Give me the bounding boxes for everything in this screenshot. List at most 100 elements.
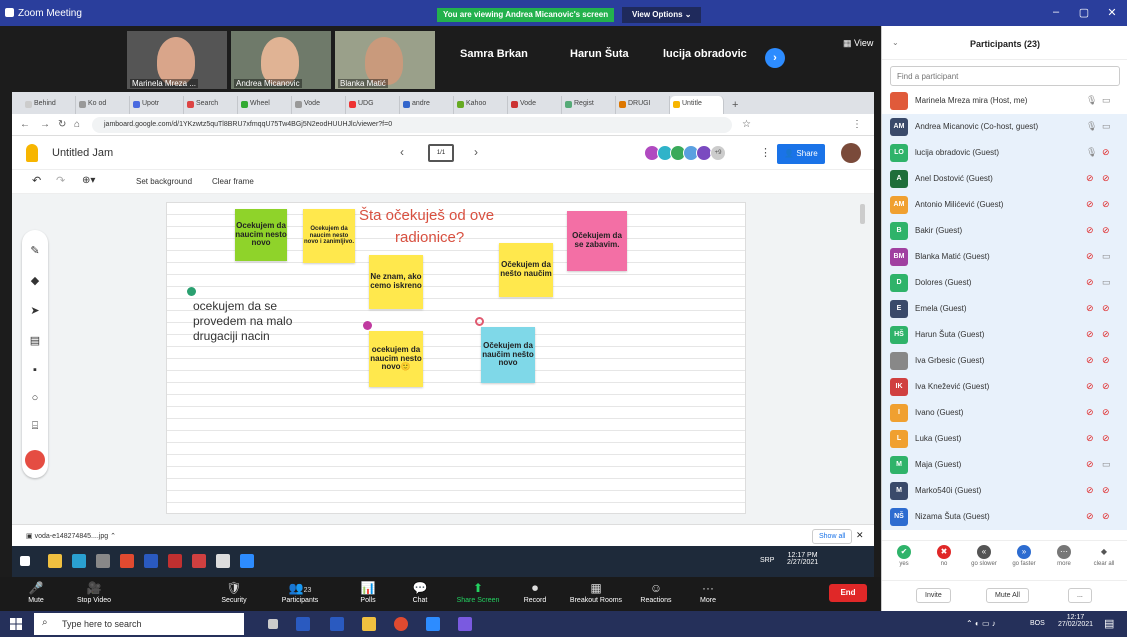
- outlook-icon[interactable]: [296, 617, 310, 631]
- browser-tab[interactable]: Ko od: [76, 96, 130, 114]
- url-field[interactable]: jamboard.google.com/d/1YKzwtz5quTl8BRU7x…: [92, 117, 732, 133]
- sticky-note[interactable]: Ocekujem da naucim nesto novo: [235, 209, 287, 261]
- stop-video-button[interactable]: 🎥 Stop Video: [64, 579, 124, 604]
- acrobat-icon[interactable]: [192, 554, 206, 568]
- windows-start-icon[interactable]: [20, 556, 30, 566]
- settings-icon[interactable]: [216, 554, 230, 568]
- participant-row[interactable]: M Marko540i (Guest) ⊘ ⊘: [882, 478, 1127, 504]
- redo-icon[interactable]: ↷: [56, 174, 65, 187]
- browser-tab[interactable]: Vode: [292, 96, 346, 114]
- browser-menu-icon[interactable]: ⋮: [852, 119, 862, 130]
- show-all-button[interactable]: Show all: [812, 529, 853, 544]
- language-indicator[interactable]: SRP: [760, 557, 774, 564]
- chrome-icon[interactable]: [120, 554, 134, 568]
- windows-start-icon[interactable]: [10, 618, 22, 630]
- participant-row[interactable]: Marinela Mreza mira (Host, me) 🎙 ▭: [882, 88, 1127, 114]
- participant-row[interactable]: A Anel Dostović (Guest) ⊘ ⊘: [882, 166, 1127, 192]
- participant-row[interactable]: AM Antonio Milićević (Guest) ⊘ ⊘: [882, 192, 1127, 218]
- bookmark-star-icon[interactable]: ☆: [742, 119, 751, 130]
- video-tile[interactable]: Andrea Micanovic: [231, 31, 331, 89]
- participant-row[interactable]: D Dolores (Guest) ⊘ ▭: [882, 270, 1127, 296]
- sticky-note-icon[interactable]: ▤: [28, 334, 42, 348]
- record-button[interactable]: ⏺ Record: [505, 579, 565, 604]
- participant-row[interactable]: I Ivano (Guest) ⊘ ⊘: [882, 400, 1127, 426]
- close-icon[interactable]: ✕: [1102, 6, 1122, 19]
- feedback-clear-all-button[interactable]: ◆ clear all: [1086, 545, 1122, 567]
- app-icon[interactable]: [96, 554, 110, 568]
- reactions-button[interactable]: ☺ Reactions: [626, 579, 686, 604]
- participant-search-input[interactable]: [890, 66, 1120, 86]
- name-tile[interactable]: lucija obradovic: [663, 48, 747, 60]
- minimize-icon[interactable]: –: [1046, 6, 1066, 18]
- mute-button[interactable]: 🎤 Mute: [6, 579, 66, 604]
- browser-tab[interactable]: Regist: [562, 96, 616, 114]
- scrollbar[interactable]: [860, 204, 865, 224]
- participant-row[interactable]: HŠ Harun Šuta (Guest) ⊘ ⊘: [882, 322, 1127, 348]
- feedback-slower-button[interactable]: « go slower: [966, 545, 1002, 567]
- sticky-note[interactable]: Ne znam, ako cemo iskreno: [369, 255, 423, 309]
- viber-icon[interactable]: [458, 617, 472, 631]
- participant-row[interactable]: LO lucija obradovic (Guest) 🎙 ⊘: [882, 140, 1127, 166]
- participant-row[interactable]: E Emela (Guest) ⊘ ⊘: [882, 296, 1127, 322]
- mute-all-button[interactable]: Mute All: [986, 588, 1029, 603]
- breakout-rooms-button[interactable]: ▦ Breakout Rooms: [566, 579, 626, 604]
- previous-frame-icon[interactable]: ‹: [400, 145, 404, 159]
- text-box-icon[interactable]: ⌸: [28, 420, 42, 434]
- view-options-button[interactable]: View Options ⌄: [622, 7, 702, 23]
- jam-title[interactable]: Untitled Jam: [52, 147, 113, 159]
- browser-tab[interactable]: Behind: [22, 96, 76, 114]
- name-tile[interactable]: Harun Šuta: [570, 48, 629, 60]
- sticky-note[interactable]: Ocekujem da naucim nesto novo i zanimlji…: [303, 209, 355, 263]
- collaborator-avatars[interactable]: +9: [644, 145, 730, 163]
- participant-row[interactable]: IK Iva Knežević (Guest) ⊘ ⊘: [882, 374, 1127, 400]
- next-frame-icon[interactable]: ›: [474, 145, 478, 159]
- browser-tab[interactable]: Upotr: [130, 96, 184, 114]
- feedback-yes-button[interactable]: ✔ yes: [886, 545, 922, 567]
- zoom-icon[interactable]: ⊕▾: [82, 175, 95, 186]
- notification-icon[interactable]: ▤: [1104, 617, 1114, 630]
- sticky-note[interactable]: Očekujem da naučim nešto novo: [481, 327, 535, 383]
- browser-tab[interactable]: Search: [184, 96, 238, 114]
- frame-bar-button[interactable]: 1/1: [428, 144, 454, 162]
- word-icon[interactable]: [144, 554, 158, 568]
- browser-tab[interactable]: Kahoo: [454, 96, 508, 114]
- word-icon[interactable]: [330, 617, 344, 631]
- eraser-icon[interactable]: ◆: [28, 274, 42, 288]
- security-button[interactable]: 🛡 Security: [204, 579, 264, 604]
- jam-menu-icon[interactable]: ⋮: [760, 146, 771, 159]
- select-icon[interactable]: ➤: [28, 304, 42, 318]
- undo-icon[interactable]: ↶: [32, 174, 41, 187]
- zoom-app-icon[interactable]: [240, 554, 254, 568]
- laser-icon[interactable]: [25, 450, 45, 470]
- app-icon[interactable]: [48, 554, 62, 568]
- windows-search-box[interactable]: Type here to search: [34, 613, 244, 635]
- feedback-no-button[interactable]: ✖ no: [926, 545, 962, 567]
- participant-row[interactable]: NŠ Nizama Šuta (Guest) ⊘ ⊘: [882, 504, 1127, 530]
- profile-avatar[interactable]: [841, 143, 861, 163]
- browser-tab[interactable]: UDG: [346, 96, 400, 114]
- invite-button[interactable]: Invite: [916, 588, 951, 603]
- zoom-app-icon[interactable]: [426, 617, 440, 631]
- back-icon[interactable]: ←: [20, 119, 30, 130]
- participant-row[interactable]: L Luka (Guest) ⊘ ⊘: [882, 426, 1127, 452]
- share-screen-button[interactable]: ⬆ Share Screen: [448, 579, 508, 604]
- browser-tab[interactable]: Wheel: [238, 96, 292, 114]
- chat-button[interactable]: 💬 Chat: [390, 579, 450, 604]
- sticky-note[interactable]: Očekujem da se zabavim.: [567, 211, 627, 271]
- home-icon[interactable]: ⌂: [74, 119, 80, 130]
- browser-tab-active[interactable]: Untitle: [670, 96, 724, 114]
- participant-row[interactable]: M Maja (Guest) ⊘ ▭: [882, 452, 1127, 478]
- browser-tab[interactable]: Vode: [508, 96, 562, 114]
- sticky-note[interactable]: ocekujem da naucim nesto novo🙂: [369, 331, 423, 387]
- jam-board[interactable]: Šta očekuješ od ove radionice? Ocekujem …: [166, 202, 746, 514]
- participants-button[interactable]: 👥23 Participants: [270, 579, 330, 604]
- add-image-icon[interactable]: ▪: [28, 364, 42, 378]
- app-icon[interactable]: [168, 554, 182, 568]
- video-tile[interactable]: Blanka Matić: [335, 31, 435, 89]
- browser-tab[interactable]: andre: [400, 96, 454, 114]
- name-tile[interactable]: Samra Brkan: [460, 48, 528, 60]
- participant-row[interactable]: BM Blanka Matić (Guest) ⊘ ▭: [882, 244, 1127, 270]
- reload-icon[interactable]: ↻: [58, 119, 66, 130]
- video-tile[interactable]: Marinela Mreza ...: [127, 31, 227, 89]
- view-button[interactable]: ▦ View: [843, 38, 873, 49]
